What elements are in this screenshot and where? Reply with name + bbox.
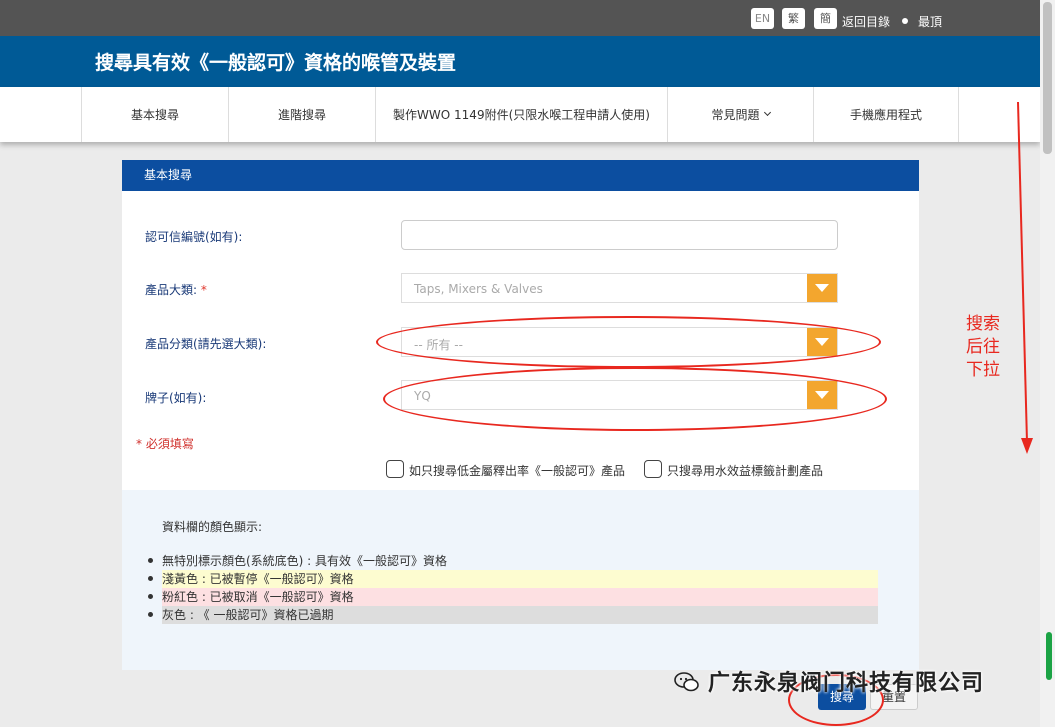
legend-title: 資料欄的顏色顯示: (162, 520, 263, 534)
category-label-text: 產品大類: (145, 283, 198, 297)
wechat-icon (674, 672, 699, 692)
watermark-text: 广东永泉阀门科技有限公司 (708, 671, 985, 696)
license-input[interactable] (401, 220, 838, 250)
lang-en-button[interactable]: EN (751, 8, 774, 29)
scrollbar-thumb[interactable] (1043, 2, 1052, 154)
main-nav: 基本搜尋 進階搜尋 製作WWO 1149附件(只限水喉工程申請人使用) 常見問題… (0, 87, 1040, 142)
annotation-note: 搜索 后往 下拉 (966, 314, 1000, 380)
water-efficiency-checkbox[interactable] (644, 460, 662, 478)
nav-label: 手機應用程式 (849, 108, 922, 122)
caret-down-icon (815, 284, 829, 292)
legend-row-suspended: 淺黃色 : 已被暫停《一般認可》資格 (162, 570, 878, 588)
bullet (148, 576, 153, 581)
nav-faq[interactable]: 常見問題 (667, 87, 813, 142)
water-efficiency-checkbox-label: 只搜尋用水效益標籤計劃產品 (667, 464, 824, 478)
nav-basic-search[interactable]: 基本搜尋 (81, 87, 228, 142)
category-select[interactable]: Taps, Mixers & Valves (401, 273, 838, 303)
chevron-down-icon (763, 108, 771, 117)
required-note: * 必須填寫 (136, 437, 194, 451)
brand-label: 牌子(如有): (145, 391, 207, 405)
nav-label: 常見問題 (711, 108, 760, 122)
nav-wwo-1149[interactable]: 製作WWO 1149附件(只限水喉工程申請人使用) (375, 87, 667, 142)
bullet (148, 612, 153, 617)
legend-row-cancelled: 粉紅色 : 已被取消《一般認可》資格 (162, 588, 878, 606)
down-arrow-icon (1017, 101, 1033, 454)
category-label: 產品大類: * (145, 281, 207, 298)
separator-dot (902, 18, 908, 24)
highlight-ellipse-brand (383, 367, 887, 431)
low-lead-checkbox[interactable] (386, 460, 404, 478)
page-title: 搜尋具有效《一般認可》資格的喉管及裝置 (95, 52, 457, 74)
subcategory-label: 產品分類(請先選大類): (145, 337, 267, 351)
panel-heading: 基本搜尋 (122, 160, 919, 191)
nav-advanced-search[interactable]: 進階搜尋 (228, 87, 375, 142)
lang-tc-button[interactable]: 繁 (782, 8, 805, 29)
low-lead-checkbox-label: 如只搜尋低金屬釋出率《一般認可》產品 (409, 464, 626, 478)
floating-indicator (1046, 632, 1052, 680)
nav-mobile-app[interactable]: 手機應用程式 (813, 87, 959, 142)
bullet (148, 594, 153, 599)
nav-label: 進階搜尋 (277, 108, 326, 122)
title-bar: 搜尋具有效《一般認可》資格的喉管及裝置 (0, 36, 1040, 87)
bullet (148, 558, 153, 563)
dropdown-button[interactable] (807, 274, 837, 302)
lang-sc-button[interactable]: 簡 (814, 8, 837, 29)
required-star: * (200, 283, 207, 297)
category-value: Taps, Mixers & Valves (414, 282, 543, 296)
nav-label: 基本搜尋 (130, 108, 179, 122)
back-to-index-link[interactable]: 返回目錄 (842, 13, 890, 30)
top-link[interactable]: 最頂 (918, 13, 942, 30)
highlight-ellipse-subcategory (376, 316, 881, 368)
nav-label: 製作WWO 1149附件(只限水喉工程申請人使用) (393, 108, 650, 122)
legend-row-valid: 無特別標示顏色(系統底色) : 具有效《一般認可》資格 (162, 552, 878, 570)
legend-row-expired: 灰色 : 《 一般認可》資格已過期 (162, 606, 878, 624)
license-label: 認可信編號(如有): (145, 230, 243, 244)
